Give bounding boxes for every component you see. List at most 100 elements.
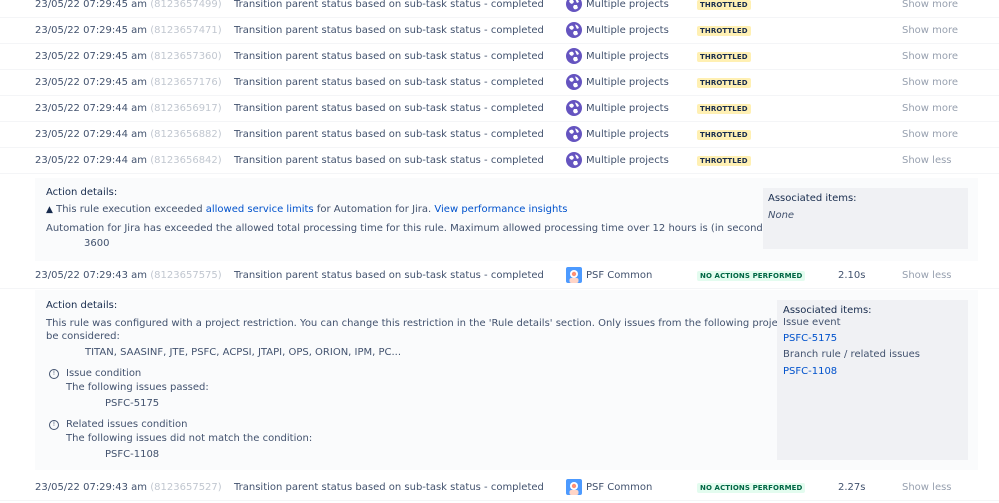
project-name: Multiple projects xyxy=(586,102,669,114)
execution-time: 23/05/22 07:29:44 am (8123656917) xyxy=(35,102,222,114)
show-toggle-button[interactable]: Show less xyxy=(902,482,952,493)
warning-icon: ▲ xyxy=(46,205,53,215)
execution-id: (8123657471) xyxy=(150,24,222,36)
status-badge: THROTTLED xyxy=(697,155,751,166)
status-cell: NO ACTIONS PERFORMED xyxy=(697,482,806,493)
table-row: 23/05/22 07:29:43 am (8123657527) Transit… xyxy=(0,474,999,501)
status-badge: THROTTLED xyxy=(697,51,751,62)
table-row: 23/05/22 07:29:44 am (8123656842) Transit… xyxy=(0,147,999,174)
info-icon: ! xyxy=(49,420,59,430)
view-performance-insights-link[interactable]: View performance insights xyxy=(434,204,567,215)
execution-time: 23/05/22 07:29:45 am (8123657499) xyxy=(35,0,222,10)
execution-id: (8123656842) xyxy=(150,154,222,166)
show-toggle-button[interactable]: Show more xyxy=(902,0,958,10)
project-cell: Multiple projects xyxy=(566,48,669,64)
project-name: Multiple projects xyxy=(586,154,669,166)
duration: 2.10s xyxy=(838,269,866,281)
issue-condition-issue: PSFC-5175 xyxy=(105,398,160,409)
project-name: PSF Common xyxy=(586,481,653,493)
execution-time: 23/05/22 07:29:45 am (8123657360) xyxy=(35,50,222,62)
execution-time: 23/05/22 07:29:43 am (8123657527) xyxy=(35,481,222,493)
processing-time-message: Automation for Jira has exceeded the all… xyxy=(46,223,776,234)
execution-id: (8123657575) xyxy=(150,269,222,281)
status-cell: THROTTLED xyxy=(697,103,751,114)
associated-label-issue-event: Issue event xyxy=(783,317,841,328)
duration: 2.27s xyxy=(838,481,866,493)
execution-time: 23/05/22 07:29:45 am (8123657471) xyxy=(35,24,222,36)
project-name: Multiple projects xyxy=(586,76,669,88)
project-cell: Multiple projects xyxy=(566,152,669,168)
status-badge: NO ACTIONS PERFORMED xyxy=(697,482,806,493)
allowed-service-limits-link[interactable]: allowed service limits xyxy=(206,204,314,215)
project-cell: Multiple projects xyxy=(566,22,669,38)
project-avatar-icon xyxy=(566,267,582,283)
rule-name: Transition parent status based on sub-ta… xyxy=(234,76,544,88)
associated-label-branch-rule: Branch rule / related issues xyxy=(783,349,921,360)
restricted-projects-list: TITAN, SAASINF, JTE, PSFC, ACPSI, JTAPI,… xyxy=(85,347,402,358)
show-toggle-button[interactable]: Show more xyxy=(902,103,958,114)
status-cell: THROTTLED xyxy=(697,25,751,36)
table-row: 23/05/22 07:29:45 am (8123657360) Transit… xyxy=(0,43,999,70)
related-issues-condition-title: Related issues condition xyxy=(66,419,188,430)
globe-icon xyxy=(566,100,582,116)
execution-time: 23/05/22 07:29:44 am (8123656842) xyxy=(35,154,222,166)
associated-items-none: None xyxy=(768,210,795,221)
issue-condition-title: Issue condition xyxy=(66,368,142,379)
status-cell: THROTTLED xyxy=(697,129,751,140)
project-cell: PSF Common xyxy=(566,479,652,495)
project-name: Multiple projects xyxy=(586,128,669,140)
show-toggle-button[interactable]: Show more xyxy=(902,51,958,62)
show-toggle-button[interactable]: Show less xyxy=(902,155,952,166)
execution-id: (8123657176) xyxy=(150,76,222,88)
execution-id: (8123657360) xyxy=(150,50,222,62)
execution-id: (8123657527) xyxy=(150,481,222,493)
project-name: Multiple projects xyxy=(586,0,669,10)
show-toggle-button[interactable]: Show more xyxy=(902,25,958,36)
restriction-message-line2: be considered: xyxy=(46,331,120,342)
associated-items-heading: Associated items: xyxy=(783,305,872,316)
rule-name: Transition parent status based on sub-ta… xyxy=(234,50,544,62)
globe-icon xyxy=(566,22,582,38)
project-cell: PSF Common xyxy=(566,267,652,283)
status-badge: NO ACTIONS PERFORMED xyxy=(697,270,806,281)
status-badge: THROTTLED xyxy=(697,25,751,36)
globe-icon xyxy=(566,0,582,12)
status-cell: THROTTLED xyxy=(697,0,751,10)
project-cell: Multiple projects xyxy=(566,126,669,142)
rule-name: Transition parent status based on sub-ta… xyxy=(234,0,544,10)
project-name: PSF Common xyxy=(586,269,653,281)
action-details-heading: Action details: xyxy=(46,187,118,198)
show-toggle-button[interactable]: Show less xyxy=(902,270,952,281)
status-cell: THROTTLED xyxy=(697,77,751,88)
project-name: Multiple projects xyxy=(586,24,669,36)
status-cell: NO ACTIONS PERFORMED xyxy=(697,270,806,281)
globe-icon xyxy=(566,126,582,142)
restriction-message-line1: This rule was configured with a project … xyxy=(46,318,895,329)
status-cell: THROTTLED xyxy=(697,155,751,166)
show-toggle-button[interactable]: Show more xyxy=(902,129,958,140)
throttle-warning: ▲ This rule execution exceeded allowed s… xyxy=(46,204,568,215)
rule-name: Transition parent status based on sub-ta… xyxy=(234,24,544,36)
issue-condition-desc: The following issues passed: xyxy=(66,382,209,393)
execution-time: 23/05/22 07:29:45 am (8123657176) xyxy=(35,76,222,88)
globe-icon xyxy=(566,48,582,64)
table-row: 23/05/22 07:29:44 am (8123656882) Transit… xyxy=(0,121,999,148)
associated-issue-link[interactable]: PSFC-1108 xyxy=(783,366,837,377)
associated-issue-link[interactable]: PSFC-5175 xyxy=(783,333,837,344)
project-cell: Multiple projects xyxy=(566,100,669,116)
project-cell: Multiple projects xyxy=(566,0,669,12)
status-badge: THROTTLED xyxy=(697,129,751,140)
status-badge: THROTTLED xyxy=(697,103,751,114)
action-details-panel-restriction: Action details: This rule was configured… xyxy=(35,290,978,470)
rule-name: Transition parent status based on sub-ta… xyxy=(234,154,544,166)
associated-items-panel: Associated items: None xyxy=(763,188,968,249)
globe-icon xyxy=(566,74,582,90)
table-row: 23/05/22 07:29:45 am (8123657176) Transit… xyxy=(0,69,999,96)
project-avatar-icon xyxy=(566,479,582,495)
rule-name: Transition parent status based on sub-ta… xyxy=(234,481,544,493)
rule-name: Transition parent status based on sub-ta… xyxy=(234,128,544,140)
execution-id: (8123656882) xyxy=(150,128,222,140)
associated-items-heading: Associated items: xyxy=(768,193,857,204)
table-row: 23/05/22 07:29:45 am (8123657499) Transit… xyxy=(0,0,999,18)
show-toggle-button[interactable]: Show more xyxy=(902,77,958,88)
